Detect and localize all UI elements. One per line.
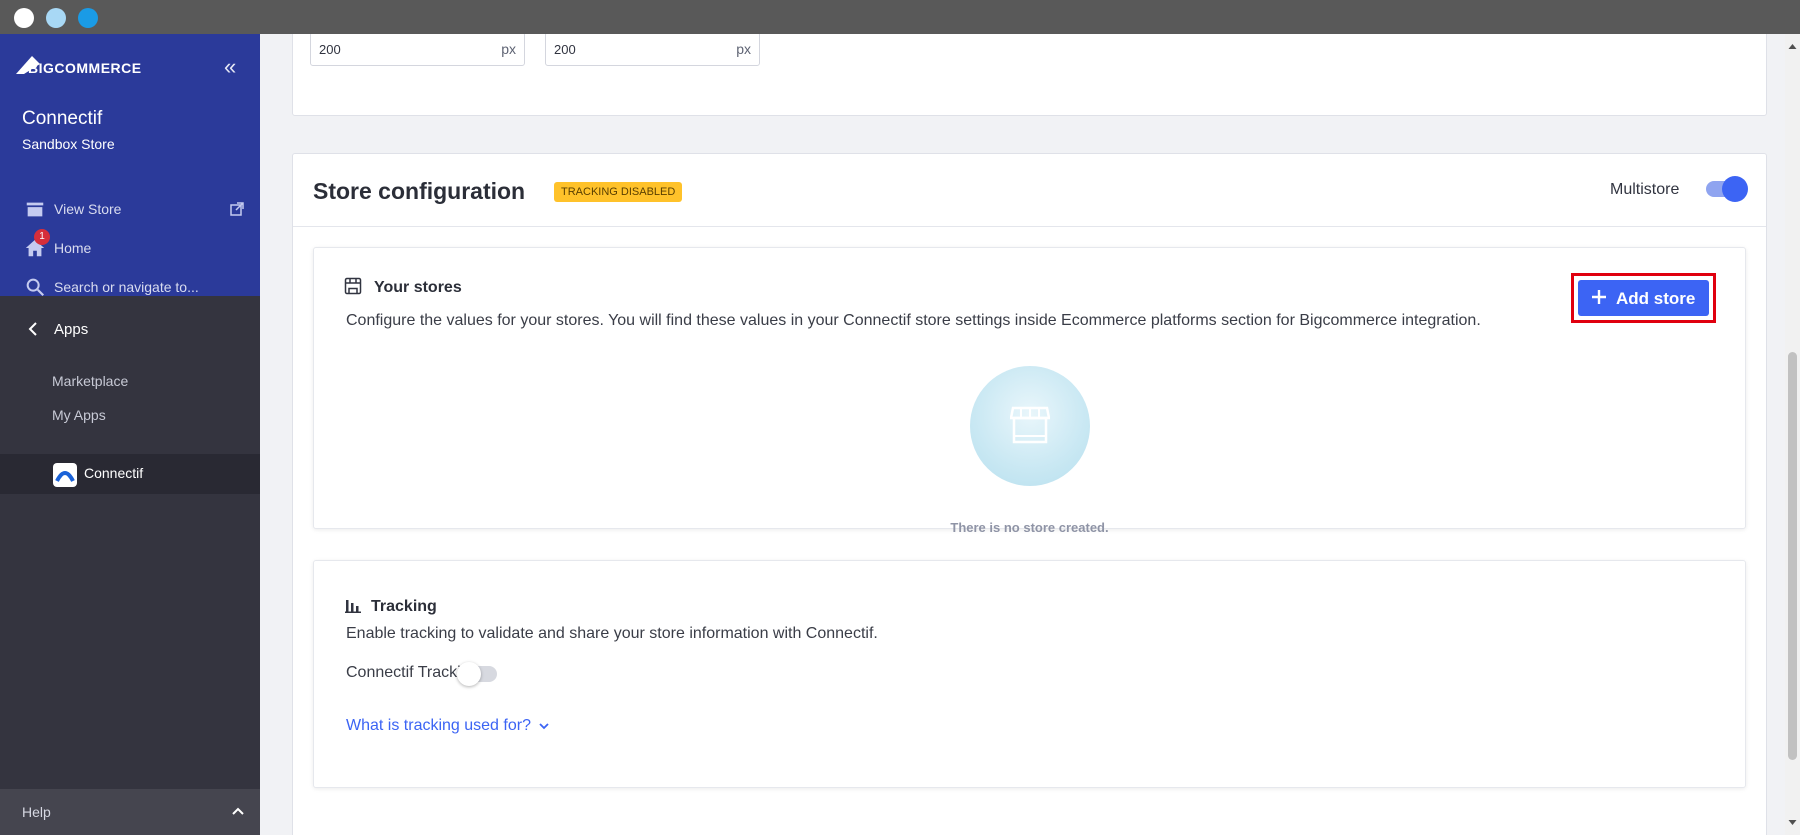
sidebar-item-home[interactable]: 1 Home [0,229,260,265]
sidebar-header: BIGCOMMERCE « Connectif Sandbox Store Vi… [0,34,260,297]
store-icon [344,277,362,295]
brand-name: BIGCOMMERCE [28,60,142,76]
sidebar-item-label: View Store [54,201,122,217]
window-maximize-dot[interactable] [78,8,98,28]
add-store-label: Add store [1616,289,1696,308]
status-badge: TRACKING DISABLED [554,182,683,202]
width-value: 200 [319,42,341,57]
notification-badge: 1 [34,229,50,245]
window-minimize-dot[interactable] [46,8,66,28]
scrollbar-thumb[interactable] [1788,352,1797,760]
tracking-info-link[interactable]: What is tracking used for? [346,717,550,735]
sidebar-item-label: Connectif [84,465,144,481]
tracking-panel: Tracking Enable tracking to validate and… [313,560,1746,788]
chevron-down-icon [539,723,550,730]
toggle-knob [457,662,481,686]
sidebar-search[interactable]: Search or navigate to... [0,270,260,304]
height-unit: px [736,41,751,57]
scroll-up-arrow-icon[interactable] [1788,42,1797,51]
sidebar-item-marketplace[interactable]: Marketplace [52,373,128,389]
window-close-dot[interactable] [14,8,34,28]
multistore-label: Multistore [1610,181,1680,198]
plus-icon [1592,290,1606,304]
storefront-icon [1010,406,1050,444]
sidebar-item-label: Apps [54,320,89,338]
storefront-icon [26,202,44,217]
chevron-left-icon [28,322,37,336]
height-input[interactable]: 200 px [545,34,760,66]
your-stores-title: Your stores [374,279,462,296]
external-link-icon [230,202,244,216]
sidebar-item-label: Home [54,240,92,256]
your-stores-description: Configure the values for your stores. Yo… [346,312,1481,329]
empty-state-text: There is no store created. [950,520,1109,535]
connectif-tracking-toggle[interactable] [457,661,501,687]
store-name: Connectif [22,108,103,129]
section-title: Store configuration [313,178,526,204]
dimensions-card: 200 px 200 px [292,34,1767,116]
sidebar: BIGCOMMERCE « Connectif Sandbox Store Vi… [0,34,260,835]
toggle-knob [1722,176,1748,202]
help-menu[interactable]: Help [0,789,260,835]
sidebar-item-apps[interactable]: Apps [0,312,260,346]
sidebar-item-view-store[interactable]: View Store [0,192,260,226]
tracking-info-link-text: What is tracking used for? [346,717,531,734]
add-store-button[interactable]: Add store [1578,280,1709,316]
store-configuration-card: Store configuration TRACKING DISABLED Mu… [292,153,1767,835]
add-store-highlight: Add store [1571,273,1716,323]
search-icon [26,278,45,297]
tracking-title: Tracking [371,598,437,615]
chevron-up-icon [232,807,244,815]
empty-state-illustration [970,366,1090,486]
bar-chart-icon [345,600,361,613]
help-label: Help [22,804,51,820]
store-configuration-header: Store configuration TRACKING DISABLED Mu… [293,154,1766,227]
connectif-app-icon [53,463,77,487]
your-stores-panel: Your stores Configure the values for you… [313,247,1746,535]
search-placeholder: Search or navigate to... [54,279,199,295]
window-titlebar [0,0,1800,34]
main-content: 200 px 200 px Store configuration TRACKI… [260,34,1785,835]
tracking-description: Enable tracking to validate and share yo… [346,625,878,642]
sidebar-item-connectif[interactable]: Connectif [0,454,260,494]
multistore-toggle[interactable] [1706,176,1748,202]
store-subtitle: Sandbox Store [22,136,115,152]
page-scrollbar[interactable] [1785,34,1800,835]
scroll-down-arrow-icon[interactable] [1788,818,1797,827]
sidebar-item-my-apps[interactable]: My Apps [52,407,106,423]
collapse-sidebar-icon[interactable]: « [224,56,236,78]
height-value: 200 [554,42,576,57]
width-input[interactable]: 200 px [310,34,525,66]
width-unit: px [501,41,516,57]
